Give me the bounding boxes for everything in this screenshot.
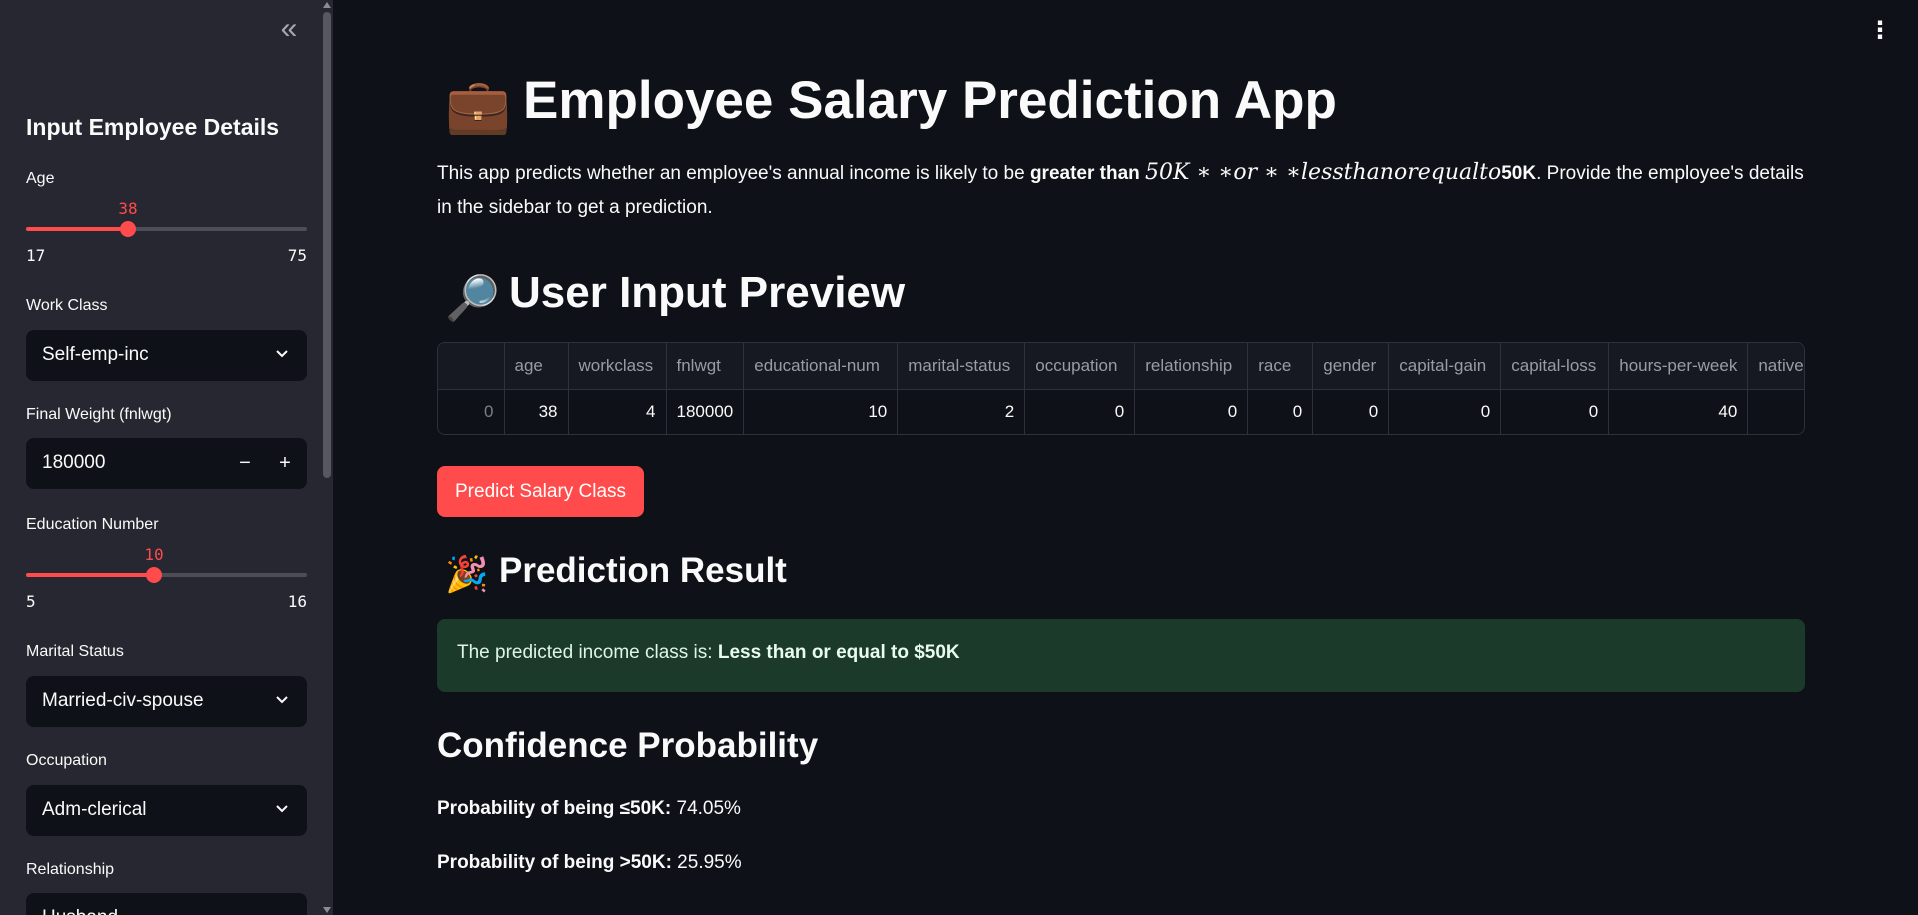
- table-cell: 10: [743, 389, 899, 434]
- result-heading: 🎉 Prediction Result: [445, 551, 787, 595]
- column-header[interactable]: hours-per-week: [1608, 343, 1749, 390]
- slider-value: 10: [144, 545, 164, 564]
- slider-min: 17: [26, 246, 46, 265]
- row-index: 0: [438, 389, 505, 434]
- intro-math: 50K ∗ ∗or ∗ ∗lessthanorequalto: [1145, 160, 1502, 185]
- result-prefix: The predicted income class is:: [457, 642, 718, 663]
- relationship-value: Husband: [42, 907, 118, 915]
- sidebar-title: Input Employee Details: [26, 114, 280, 140]
- result-value: Less than or equal to $50K: [717, 642, 960, 663]
- magnifier-icon: 🔎: [445, 274, 500, 323]
- column-header[interactable]: gender: [1312, 343, 1390, 390]
- education-slider[interactable]: 10 5 16: [26, 542, 307, 611]
- age-label: Age: [26, 170, 55, 187]
- slider-max: 75: [287, 246, 307, 265]
- column-header[interactable]: age: [504, 343, 569, 390]
- column-header[interactable]: capital-gain: [1388, 343, 1502, 390]
- education-label: Education Number: [26, 516, 159, 533]
- relationship-select[interactable]: Husband: [26, 893, 307, 915]
- column-header[interactable]: educational-num: [743, 343, 899, 390]
- fnlwgt-input[interactable]: 180000 − +: [26, 438, 307, 489]
- result-alert: The predicted income class is: Less than…: [437, 619, 1805, 692]
- table-cell: 0: [1500, 389, 1610, 434]
- decrement-button[interactable]: −: [225, 438, 265, 489]
- column-header[interactable]: occupation: [1024, 343, 1136, 390]
- column-header[interactable]: marital-status: [897, 343, 1026, 390]
- predict-button[interactable]: Predict Salary Class: [437, 466, 645, 517]
- workclass-value: Self-emp-inc: [42, 344, 149, 365]
- fnlwgt-value[interactable]: 180000: [42, 452, 105, 474]
- prob-high-label: Probability of being >50K:: [437, 852, 672, 873]
- intro-bold-2: 50K: [1501, 163, 1537, 184]
- table-cell: 0: [1247, 389, 1314, 434]
- chevron-down-icon: [276, 350, 288, 358]
- occupation-select[interactable]: Adm-clerical: [26, 785, 307, 836]
- page-title: 💼 Employee Salary Prediction App: [445, 70, 1337, 137]
- collapse-sidebar-icon[interactable]: «: [272, 14, 302, 46]
- prob-high: Probability of being >50K: 25.95%: [437, 852, 742, 874]
- intro-bold: greater than: [1029, 163, 1146, 184]
- prob-low-value: 74.05%: [671, 798, 741, 819]
- fnlwgt-label: Final Weight (fnlwgt): [26, 406, 172, 423]
- main-menu-icon[interactable]: ⋮: [1868, 19, 1892, 44]
- intro-text: This app predicts whether an employee's …: [437, 163, 1030, 184]
- occupation-value: Adm-clerical: [42, 799, 147, 820]
- prob-low: Probability of being ≤50K: 74.05%: [437, 798, 741, 820]
- slider-max: 16: [287, 592, 307, 611]
- preview-heading-text: User Input Preview: [509, 268, 906, 317]
- slider-fill: [26, 227, 128, 231]
- result-heading-text: Prediction Result: [499, 551, 787, 590]
- scroll-down-icon[interactable]: [323, 907, 331, 913]
- column-header[interactable]: capital-loss: [1500, 343, 1610, 390]
- table-cell: 0: [1312, 389, 1390, 434]
- scrollbar-thumb[interactable]: [323, 12, 331, 478]
- slider-value: 38: [118, 199, 138, 218]
- table-cell: 0: [1134, 389, 1249, 434]
- increment-button[interactable]: +: [265, 438, 305, 489]
- table-header-row: age workclass fnlwgt educational-num marital…: [438, 343, 1804, 390]
- relationship-label: Relationship: [26, 861, 115, 878]
- scroll-up-icon[interactable]: [323, 2, 331, 8]
- table-cell: 40: [1608, 389, 1749, 434]
- confidence-heading: Confidence Probability: [437, 726, 819, 765]
- chevron-down-icon: [276, 696, 288, 704]
- workclass-label: Work Class: [26, 297, 108, 314]
- prob-high-value: 25.95%: [671, 852, 742, 873]
- table-cell: 180000: [666, 389, 745, 434]
- table-row: 0 38 4 180000 10 2 0 0 0 0 0 0 40: [438, 389, 1804, 434]
- column-header[interactable]: race: [1247, 343, 1314, 390]
- chevron-down-icon: [276, 805, 288, 813]
- intro-paragraph: This app predicts whether an employee's …: [437, 156, 1805, 225]
- table-cell: 38: [504, 389, 569, 434]
- page-title-text: Employee Salary Prediction App: [523, 71, 1337, 130]
- age-slider[interactable]: 38 17 75: [26, 196, 307, 265]
- table-cell: [1747, 389, 1804, 434]
- occupation-label: Occupation: [26, 752, 107, 769]
- table-cell: 0: [1024, 389, 1136, 434]
- input-preview-table[interactable]: age workclass fnlwgt educational-num marital…: [437, 342, 1805, 435]
- sidebar: « Input Employee Details Age 38 17 75 Wo…: [0, 0, 333, 915]
- slider-thumb[interactable]: [146, 567, 162, 583]
- slider-min: 5: [26, 592, 36, 611]
- column-header[interactable]: [438, 343, 505, 390]
- column-header[interactable]: native: [1747, 343, 1804, 390]
- column-header[interactable]: relationship: [1134, 343, 1249, 390]
- party-popper-icon: 🎉: [445, 555, 489, 594]
- table-cell: 0: [1388, 389, 1502, 434]
- prob-low-label: Probability of being ≤50K:: [437, 798, 672, 819]
- marital-label: Marital Status: [26, 643, 124, 660]
- briefcase-icon: 💼: [445, 77, 511, 136]
- workclass-select[interactable]: Self-emp-inc: [26, 330, 307, 381]
- table-cell: 2: [897, 389, 1026, 434]
- marital-select[interactable]: Married-civ-spouse: [26, 676, 307, 727]
- slider-fill: [26, 573, 154, 577]
- table-cell: 4: [568, 389, 667, 434]
- slider-thumb[interactable]: [120, 221, 136, 237]
- preview-heading: 🔎 User Input Preview: [445, 268, 905, 324]
- column-header[interactable]: workclass: [568, 343, 667, 390]
- marital-value: Married-civ-spouse: [42, 690, 204, 711]
- sidebar-scrollbar[interactable]: [321, 0, 333, 915]
- column-header[interactable]: fnlwgt: [666, 343, 745, 390]
